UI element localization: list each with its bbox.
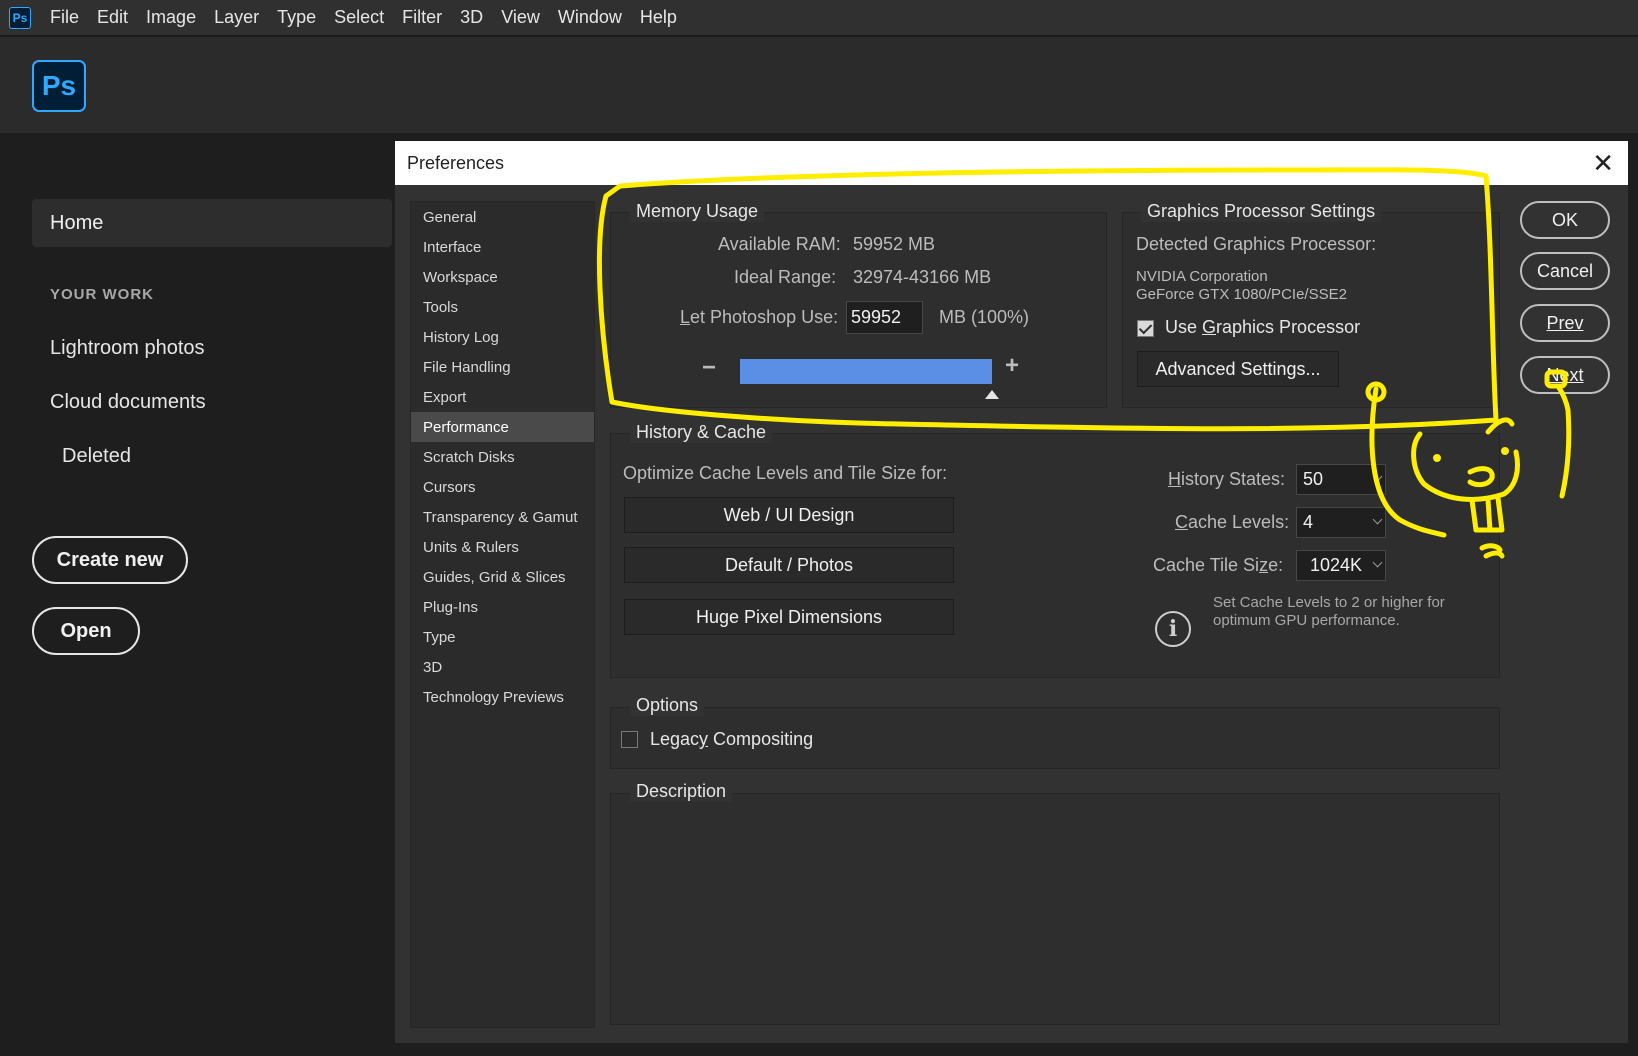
- memory-usage-title: Memory Usage: [630, 201, 765, 222]
- chevron-down-icon: [1372, 471, 1383, 482]
- available-ram-label: Available RAM:: [718, 234, 841, 254]
- menu-type[interactable]: Type: [268, 7, 325, 28]
- nav-general[interactable]: General: [411, 202, 594, 232]
- preferences-dialog: Preferences ✕ General Interface Workspac…: [395, 141, 1628, 1043]
- cache-levels-select[interactable]: 4: [1296, 507, 1386, 538]
- cloud-documents-link[interactable]: Cloud documents: [50, 391, 206, 414]
- increase-memory-button[interactable]: +: [1005, 352, 1019, 380]
- gpu-model: GeForce GTX 1080/PCIe/SSE2: [1136, 286, 1347, 303]
- nav-interface[interactable]: Interface: [411, 232, 594, 262]
- dialog-titlebar: Preferences ✕: [395, 141, 1628, 185]
- nav-cursors[interactable]: Cursors: [411, 472, 594, 502]
- huge-pixel-dimensions-button[interactable]: Huge Pixel Dimensions: [624, 599, 954, 635]
- description-group: [610, 793, 1500, 1025]
- home-sidebar: Home YOUR WORK Lightroom photos Cloud do…: [0, 133, 395, 1056]
- cache-hint-line2: optimum GPU performance.: [1213, 612, 1400, 629]
- nav-technology-previews[interactable]: Technology Previews: [411, 682, 594, 712]
- preferences-nav: General Interface Workspace Tools Histor…: [410, 201, 595, 1028]
- next-button[interactable]: Next: [1520, 356, 1610, 394]
- memory-use-input[interactable]: 59952: [846, 301, 923, 334]
- photoshop-app-icon[interactable]: Ps: [9, 6, 31, 29]
- decrease-memory-button[interactable]: −: [702, 354, 716, 382]
- menu-3d[interactable]: 3D: [451, 7, 492, 28]
- nav-history-log[interactable]: History Log: [411, 322, 594, 352]
- photoshop-logo: Ps: [32, 60, 86, 112]
- dialog-title: Preferences: [407, 153, 505, 173]
- nav-file-handling[interactable]: File Handling: [411, 352, 594, 382]
- menu-help[interactable]: Help: [631, 7, 686, 28]
- history-states-label: History States:: [1168, 469, 1286, 489]
- info-icon: i: [1155, 611, 1191, 647]
- create-new-button[interactable]: Create new: [32, 536, 188, 584]
- close-icon[interactable]: ✕: [1592, 148, 1614, 179]
- ideal-range-label: Ideal Range:: [734, 267, 837, 287]
- memory-slider-thumb[interactable]: [985, 390, 999, 399]
- chevron-down-icon: [1372, 514, 1383, 525]
- menu-view[interactable]: View: [492, 7, 549, 28]
- legacy-compositing-checkbox[interactable]: [621, 731, 638, 748]
- menu-window[interactable]: Window: [549, 7, 631, 28]
- available-ram-value: 59952 MB: [853, 234, 936, 254]
- ideal-range-value: 32974-43166 MB: [853, 267, 992, 287]
- cache-tile-size-select[interactable]: 1024K: [1296, 550, 1386, 581]
- nav-transparency-gamut[interactable]: Transparency & Gamut: [411, 502, 594, 532]
- nav-tools[interactable]: Tools: [411, 292, 594, 322]
- nav-scratch-disks[interactable]: Scratch Disks: [411, 442, 594, 472]
- history-cache-title: History & Cache: [630, 422, 773, 443]
- cache-tile-size-label: Cache Tile Size:: [1153, 555, 1284, 575]
- nav-plug-ins[interactable]: Plug-Ins: [411, 592, 594, 622]
- legacy-compositing-label[interactable]: Legacy Compositing: [650, 729, 813, 750]
- memory-slider-track[interactable]: [740, 359, 992, 384]
- home-header: Ps: [0, 37, 1638, 133]
- lightroom-photos-link[interactable]: Lightroom photos: [50, 337, 205, 360]
- menu-file[interactable]: File: [41, 7, 88, 28]
- ok-button[interactable]: OK: [1520, 201, 1610, 239]
- nav-type[interactable]: Type: [411, 622, 594, 652]
- menu-image[interactable]: Image: [137, 7, 205, 28]
- use-gpu-checkbox[interactable]: [1137, 320, 1154, 337]
- optimize-label: Optimize Cache Levels and Tile Size for:: [623, 463, 948, 483]
- cache-levels-label: Cache Levels:: [1175, 512, 1290, 532]
- gpu-settings-title: Graphics Processor Settings: [1141, 201, 1382, 222]
- detected-gpu-label: Detected Graphics Processor:: [1136, 234, 1377, 254]
- nav-units-rulers[interactable]: Units & Rulers: [411, 532, 594, 562]
- memory-use-unit: MB (100%): [939, 307, 1030, 327]
- advanced-settings-button[interactable]: Advanced Settings...: [1137, 351, 1339, 387]
- history-states-select[interactable]: 50: [1296, 464, 1386, 495]
- menu-filter[interactable]: Filter: [393, 7, 451, 28]
- options-title: Options: [630, 695, 705, 716]
- nav-workspace[interactable]: Workspace: [411, 262, 594, 292]
- menu-layer[interactable]: Layer: [205, 7, 268, 28]
- description-title: Description: [630, 781, 733, 802]
- nav-3d[interactable]: 3D: [411, 652, 594, 682]
- nav-export[interactable]: Export: [411, 382, 594, 412]
- deleted-link[interactable]: Deleted: [62, 445, 131, 468]
- prev-button[interactable]: Prev: [1520, 304, 1610, 342]
- chevron-down-icon: [1372, 557, 1383, 568]
- open-button[interactable]: Open: [32, 607, 140, 655]
- menu-bar: Ps File Edit Image Layer Type Select Fil…: [0, 0, 1638, 36]
- gpu-vendor: NVIDIA Corporation: [1136, 268, 1268, 285]
- performance-panel: Memory Usage Available RAM: 59952 MB Ide…: [610, 201, 1500, 1041]
- cache-hint-line1: Set Cache Levels to 2 or higher for: [1213, 594, 1445, 611]
- your-work-heading: YOUR WORK: [50, 286, 154, 303]
- default-photos-button[interactable]: Default / Photos: [624, 547, 954, 583]
- home-button[interactable]: Home: [32, 199, 392, 247]
- nav-performance[interactable]: Performance: [411, 412, 594, 442]
- menu-select[interactable]: Select: [325, 7, 393, 28]
- use-gpu-label[interactable]: Use Graphics Processor: [1165, 317, 1360, 338]
- menu-edit[interactable]: Edit: [88, 7, 137, 28]
- cancel-button[interactable]: Cancel: [1520, 252, 1610, 290]
- photoshop-use-label: Let Photoshop Use:: [680, 307, 839, 327]
- nav-guides-grid-slices[interactable]: Guides, Grid & Slices: [411, 562, 594, 592]
- web-ui-design-button[interactable]: Web / UI Design: [624, 497, 954, 533]
